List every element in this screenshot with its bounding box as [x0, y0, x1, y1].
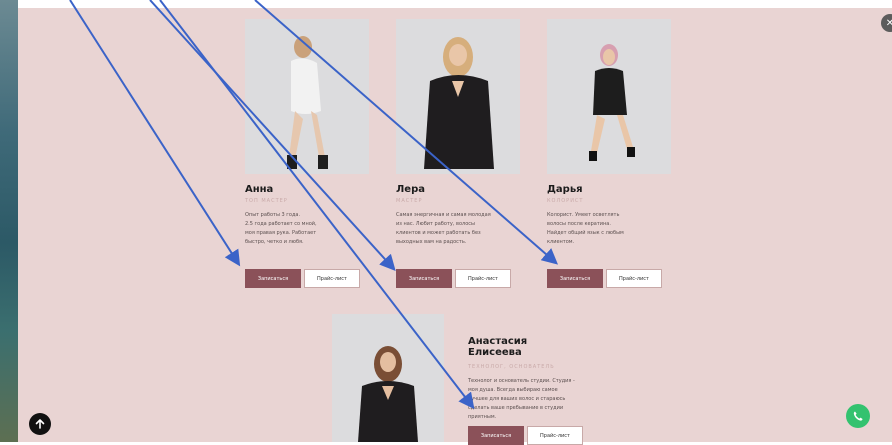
member-role: ТЕХНОЛОГ, ОСНОВАТЕЛЬ	[468, 364, 555, 370]
member-name-line2: Елисеева	[468, 347, 522, 358]
member-photo-anastasia	[332, 314, 444, 442]
member-description: Самая энергичная и самая молодая из нас.…	[396, 212, 491, 245]
background-edge	[0, 0, 18, 442]
member-name: Лера	[396, 184, 425, 195]
member-role: КОЛОРИСТ	[547, 198, 584, 204]
phone-icon[interactable]	[846, 404, 870, 428]
book-button-darya[interactable]: Записаться	[547, 269, 603, 288]
member-name: Дарья	[547, 184, 583, 195]
book-button-lera[interactable]: Записаться	[396, 269, 452, 288]
book-button-anna[interactable]: Записаться	[245, 269, 301, 288]
close-icon[interactable]: ✕	[881, 14, 892, 32]
member-photo-darya	[547, 19, 671, 174]
member-role: МАСТЕР	[396, 198, 423, 204]
member-photo-lera	[396, 19, 520, 174]
price-list-button-darya[interactable]: Прайс-лист	[606, 269, 662, 288]
arrow-up-icon[interactable]	[29, 413, 51, 435]
price-list-button-lera[interactable]: Прайс-лист	[455, 269, 511, 288]
book-button-anastasia[interactable]: Записаться	[468, 426, 524, 445]
member-role: ТОП МАСТЕР	[245, 198, 288, 204]
member-description: Колорист. Умеет осветлять волосы после к…	[547, 212, 624, 245]
team-modal-panel: Анна ТОП МАСТЕР Опыт работы 3 года. 2.5 …	[18, 8, 892, 445]
price-list-button-anna[interactable]: Прайс-лист	[304, 269, 360, 288]
member-description: Технолог и основатель студии. Студия - м…	[468, 378, 575, 420]
member-description: Опыт работы 3 года. 2.5 года работает со…	[245, 212, 317, 245]
member-photo-anna	[245, 19, 369, 174]
member-name: Анна	[245, 184, 274, 195]
price-list-button-anastasia[interactable]: Прайс-лист	[527, 426, 583, 445]
